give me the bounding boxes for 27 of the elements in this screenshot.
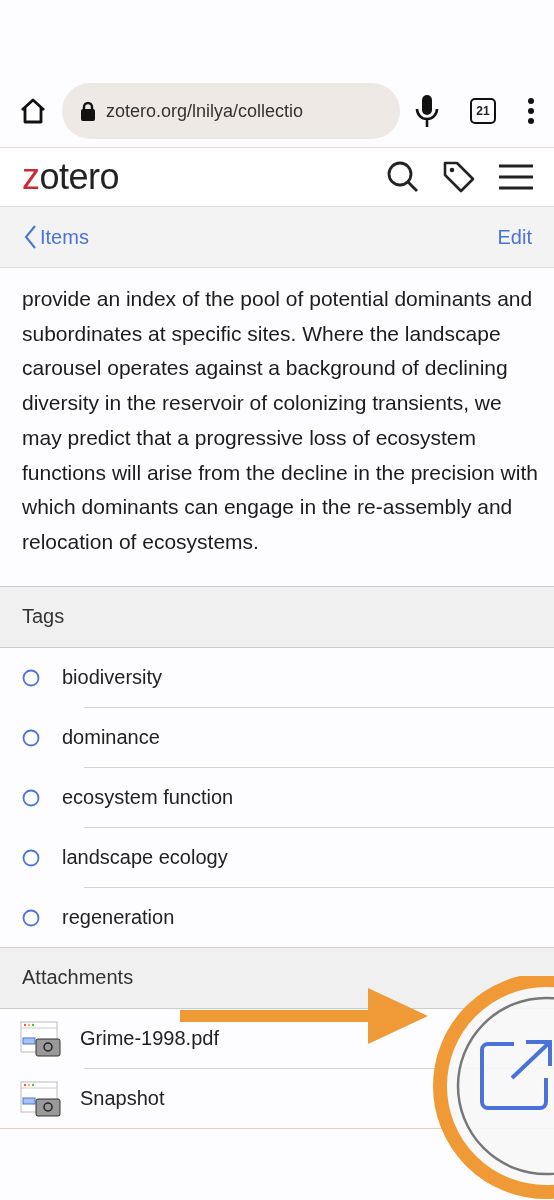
attachment-name[interactable]: Snapshot: [80, 1087, 165, 1111]
chevron-left-icon: [24, 225, 36, 249]
section-header: Tags: [0, 586, 554, 648]
snapshot-icon: [20, 1020, 62, 1057]
edit-button[interactable]: Edit: [497, 225, 532, 249]
tag-name[interactable]: landscape ecology: [62, 846, 228, 870]
microphone-icon[interactable]: [414, 94, 440, 128]
tag-name[interactable]: ecosystem function: [62, 786, 234, 810]
circle-icon: [22, 668, 40, 687]
menu-icon[interactable]: [498, 163, 534, 191]
circle-icon: [22, 728, 40, 747]
circle-icon: [22, 908, 40, 927]
zotero-logo[interactable]: zotero: [22, 156, 386, 198]
address-bar[interactable]: zotero.org/lnilya/collectio: [62, 83, 400, 139]
attachment-name[interactable]: Grime-1998.pdf: [80, 1027, 219, 1051]
back-link[interactable]: Items: [24, 225, 89, 249]
snapshot-icon: [20, 1080, 62, 1117]
tab-count[interactable]: 21: [470, 98, 496, 124]
search-icon[interactable]: [386, 160, 420, 194]
tag-name[interactable]: regeneration: [62, 906, 175, 930]
tag-name[interactable]: dominance: [62, 726, 160, 750]
circle-icon: [22, 788, 40, 807]
tag-name[interactable]: biodiversity: [62, 666, 163, 690]
tag-icon[interactable]: [442, 160, 476, 194]
abstract-text: provide an index of the pool of potential dominants and subordinates at specific sites. Where the landscape carousel operates against a background of declining diversity in the reservoir of colonizing transients, we may predict that a progressive loss of ecosystem functions will arise from the decline in the precision with which dominants can engage in the re-assembly and relocation of ecosystems.: [0, 268, 554, 587]
circle-icon: [22, 848, 40, 867]
lock-icon: [80, 101, 96, 121]
